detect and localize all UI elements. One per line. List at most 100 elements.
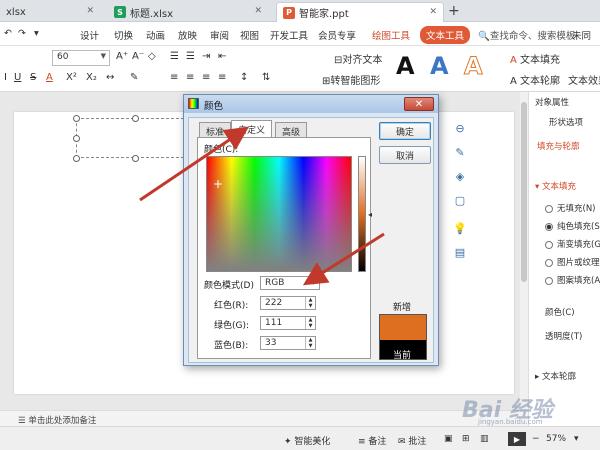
text-style-blue[interactable]: A [430,52,449,80]
spinner-icon[interactable]: ▲ ▼ [305,297,315,309]
dropdown-icon[interactable]: ▾ [34,28,39,39]
lightbulb-icon[interactable]: 💡 [450,218,470,238]
font-color-icon[interactable]: A [46,72,53,83]
scrollbar-thumb[interactable] [521,102,527,282]
align-text-button[interactable]: ⊟对齐文本 [334,51,382,66]
spinner-icon[interactable]: ▲ ▼ [305,337,315,349]
color-mode-select[interactable]: RGB ▼ [260,276,320,290]
close-icon[interactable]: ✕ [429,7,437,17]
outdent-icon[interactable]: ⇤ [218,51,226,62]
fill-bucket-icon[interactable]: ◈ [450,166,470,186]
spinner-icon[interactable]: ▲ ▼ [305,317,315,329]
section-text-outline[interactable]: ▸ 文本轮廓 [535,370,576,382]
text-outline-button[interactable]: A 文本轮廓 [510,72,560,87]
sync-status[interactable]: 未同 [572,28,591,42]
align-left-icon[interactable]: ≡ [170,72,178,83]
menu-transition[interactable]: 切换 [114,28,133,42]
chevron-down-icon[interactable]: ▾ [574,434,579,444]
red-input[interactable]: 222 ▲ ▼ [260,296,316,310]
option-solid-fill[interactable]: 纯色填充(S) [545,220,600,232]
clear-format-icon[interactable]: ◇ [148,51,156,62]
add-tab-icon[interactable]: + [448,3,460,19]
indent-icon[interactable]: ⇥ [202,51,210,62]
crosshair-icon[interactable]: + [212,178,224,190]
ok-button[interactable]: 确定 [379,122,431,140]
font-size-select[interactable]: 60 ▼ [52,50,110,66]
menu-member[interactable]: 会员专享 [318,28,356,42]
section-text-fill[interactable]: ▾ 文本填充 [535,180,576,192]
tab-fill-outline[interactable]: 填充与轮廓 [537,140,580,152]
sorter-view-icon[interactable]: ⊞ [462,434,470,444]
zoom-level[interactable]: 57% [546,434,566,444]
line-spacing-icon[interactable]: ↕ [240,72,248,83]
increase-font-icon[interactable]: A⁺ [116,51,128,62]
search-command[interactable]: 🔍查找命令、搜索模板 [478,28,575,42]
play-icon[interactable]: ▶ [508,432,526,446]
menu-slideshow[interactable]: 放映 [178,28,197,42]
italic-icon[interactable]: I [4,72,7,83]
text-style-orange[interactable]: A [464,52,484,81]
menu-view[interactable]: 视图 [240,28,259,42]
bullet-list-icon[interactable]: ☰ [170,51,179,62]
menu-drawing-tools[interactable]: 绘图工具 [372,28,410,42]
zoom-out-icon[interactable]: − [532,434,540,444]
char-spacing-icon[interactable]: ↔ [106,72,114,83]
underline-icon[interactable]: U [14,72,21,83]
menu-developer[interactable]: 开发工具 [270,28,308,42]
menu-review[interactable]: 审阅 [210,28,229,42]
text-direction-icon[interactable]: ⇅ [262,72,270,83]
close-icon[interactable]: ✕ [254,6,262,16]
resize-handle[interactable] [132,115,139,122]
tab-custom[interactable]: 自定义 [231,120,273,138]
justify-icon[interactable]: ≡ [218,72,226,83]
undo-icon[interactable]: ↶ [4,28,12,39]
luminance-slider[interactable] [358,156,366,272]
color-spectrum[interactable] [206,156,352,272]
option-no-fill[interactable]: 无填充(N) [545,202,596,214]
menu-animation[interactable]: 动画 [146,28,165,42]
resize-handle[interactable] [73,115,80,122]
notes-bar[interactable]: ☰ 单击此处添加备注 [0,410,528,426]
cancel-button[interactable]: 取消 [379,146,431,164]
text-fill-button[interactable]: A 文本填充 [510,51,560,66]
tab-smart-home-ppt[interactable]: P 智能家.ppt ✕ [276,2,444,22]
redo-icon[interactable]: ↷ [18,28,26,39]
menu-text-tools[interactable]: 文本工具 [420,26,471,44]
resize-handle[interactable] [73,135,80,142]
tab-xlsx[interactable]: xlsx ✕ [0,2,100,22]
tab-shape-options[interactable]: 形状选项 [549,116,583,128]
dialog-titlebar[interactable]: 颜色 ✕ [184,95,438,113]
resize-handle[interactable] [132,155,139,162]
subscript-icon[interactable]: X₂ [86,72,97,83]
close-icon[interactable]: ✕ [86,6,94,16]
blue-input[interactable]: 33 ▲ ▼ [260,336,316,350]
normal-view-icon[interactable]: ▣ [444,434,453,444]
option-pattern-fill[interactable]: 图案填充(A) [545,274,600,286]
decrease-font-icon[interactable]: A⁻ [132,51,144,62]
tab-title-xlsx[interactable]: S 标题.xlsx ✕ [108,2,268,22]
reading-view-icon[interactable]: ▥ [480,434,489,444]
collapse-icon[interactable]: ⊖ [450,118,470,138]
tab-standard[interactable]: 标准 [199,122,232,138]
comments-button[interactable]: ✉ 批注 [398,434,426,447]
menu-design[interactable]: 设计 [80,28,99,42]
text-style-black[interactable]: A [396,52,415,80]
border-icon[interactable]: ▢ [450,190,470,210]
green-input[interactable]: 111 ▲ ▼ [260,316,316,330]
superscript-icon[interactable]: X² [66,72,77,83]
tab-advanced[interactable]: 高级 [275,122,308,138]
layout-icon[interactable]: ▤ [450,242,470,262]
option-picture-fill[interactable]: 图片或纹理填充 [545,256,600,268]
resize-handle[interactable] [73,155,80,162]
close-icon[interactable]: ✕ [404,97,434,111]
smart-shape-button[interactable]: ⊞转智能图形 [322,72,380,87]
align-right-icon[interactable]: ≡ [202,72,210,83]
smart-beautify-button[interactable]: ✦ 智能美化 [284,434,330,447]
text-effect-button[interactable]: 文本效果 [568,72,600,87]
notes-button[interactable]: ≡ 备注 [358,434,386,447]
text-box[interactable] [73,115,194,162]
slider-arrow-icon[interactable]: ◂ [368,210,372,219]
numbered-list-icon[interactable]: ☰ [186,51,195,62]
option-gradient-fill[interactable]: 渐变填充(G) [545,238,600,250]
vertical-scrollbar[interactable] [520,92,528,410]
